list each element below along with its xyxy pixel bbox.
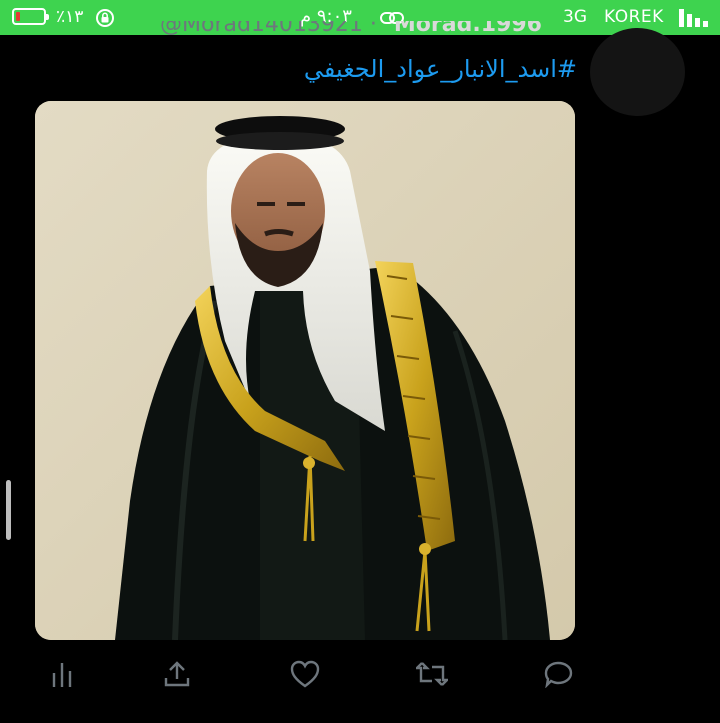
tweet-action-bar [0, 648, 720, 698]
analytics-icon[interactable] [44, 656, 80, 692]
tweet-photo[interactable] [35, 101, 575, 640]
avatar[interactable] [590, 28, 685, 116]
like-icon[interactable] [287, 656, 323, 692]
share-icon[interactable] [159, 656, 195, 692]
carrier-name: KOREK [604, 7, 664, 27]
battery-percent: ٪١٣ [56, 7, 84, 27]
tweet-handle[interactable]: @Morad14013921 · [160, 21, 377, 37]
tweet-hashtag-link[interactable]: #اسد_الانبار_عواد_الجغيفي [280, 55, 577, 83]
tweet-header: @Morad14013921 · Morad.1996 [160, 21, 580, 43]
signal-strength-icon [679, 9, 711, 31]
lock-rotation-icon [95, 8, 115, 32]
scrollbar-handle[interactable] [6, 480, 11, 540]
battery-level-fill [16, 12, 20, 21]
battery-icon [12, 8, 49, 25]
tweet-display-name[interactable]: Morad.1996 [394, 21, 542, 37]
retweet-icon[interactable] [414, 656, 450, 692]
reply-icon[interactable] [541, 656, 577, 692]
